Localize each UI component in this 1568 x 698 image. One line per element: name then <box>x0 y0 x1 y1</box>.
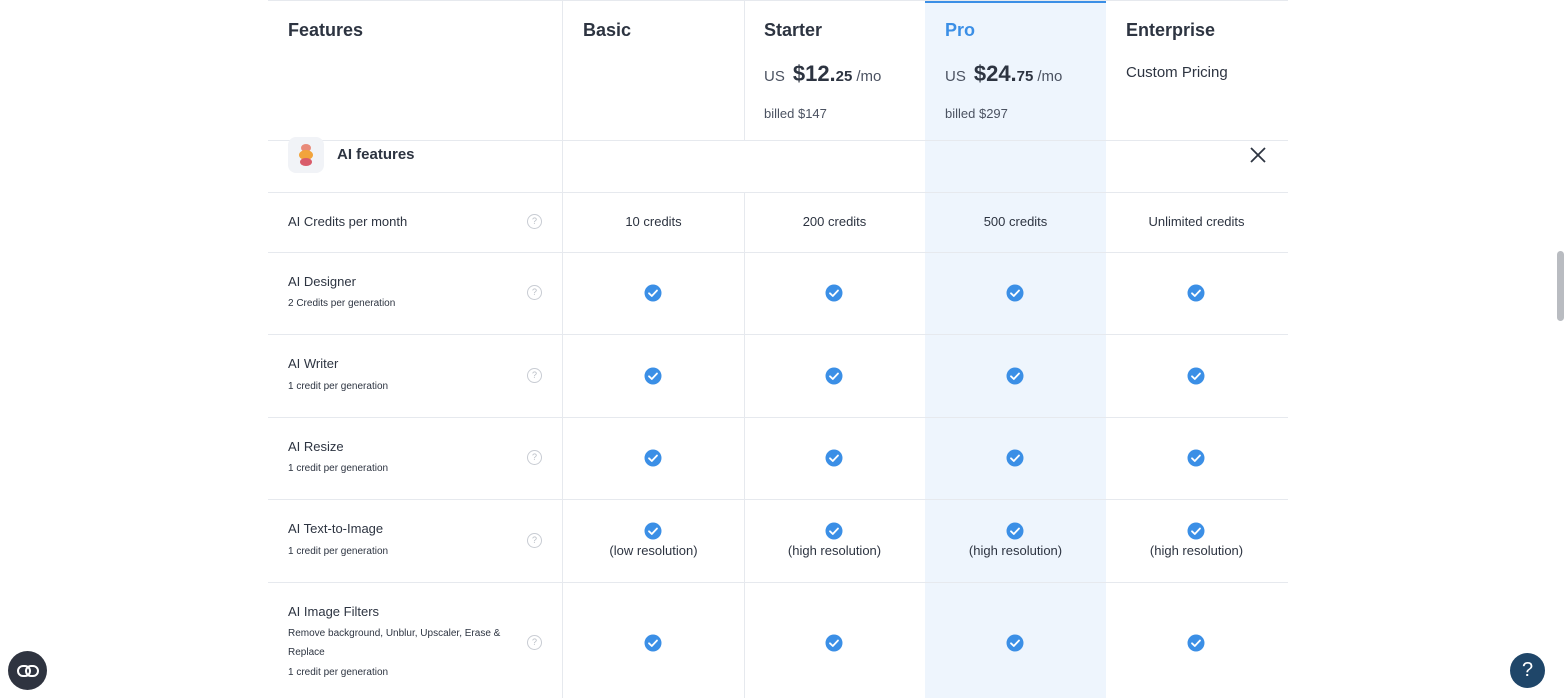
feature-subtext: 2 Credits per generation <box>288 298 396 309</box>
check-icon-basic <box>644 367 662 385</box>
price-cents: 75 <box>1016 68 1034 85</box>
help-icon[interactable]: ? <box>527 635 542 650</box>
check-icon-pro <box>1006 367 1024 385</box>
row-divider <box>268 334 1288 335</box>
check-icon-basic <box>644 449 662 467</box>
pro-resolution-note: (high resolution) <box>968 543 1063 558</box>
feature-name: AI Image Filters <box>288 604 380 619</box>
help-icon[interactable]: ? <box>527 533 542 548</box>
starter-resolution-note: (high resolution) <box>787 543 882 558</box>
row-divider <box>268 140 1288 141</box>
row-divider <box>268 192 1288 193</box>
feature-subtext: Remove background, Unblur, Upscaler, Era… <box>288 628 501 658</box>
starter-credits: 200 credits <box>802 214 867 229</box>
check-icon-starter <box>825 449 843 467</box>
billed-starter: billed $147 <box>764 106 827 121</box>
price-currency: US <box>764 68 785 85</box>
ai-features-icon <box>288 137 324 173</box>
plan-name-enterprise: Enterprise <box>1126 20 1216 40</box>
custom-pricing-enterprise: Custom Pricing <box>1126 64 1228 81</box>
column-divider <box>562 0 563 698</box>
help-button[interactable]: ? <box>1510 653 1545 688</box>
check-icon-starter <box>825 284 843 302</box>
column-divider <box>744 0 745 140</box>
basic-credits: 10 credits <box>625 214 682 229</box>
billed-pro: billed $297 <box>945 106 1008 121</box>
column-divider <box>744 192 745 698</box>
check-icon-enterprise <box>1187 634 1205 652</box>
section-title: AI features <box>337 146 415 163</box>
feature-subtext: 1 credit per generation <box>288 463 389 474</box>
feature-name: AI Text-to-Image <box>288 521 384 536</box>
feature-name: AI Resize <box>288 439 344 454</box>
close-icon[interactable] <box>1246 143 1270 167</box>
basic-resolution-note: (low resolution) <box>609 543 698 558</box>
pro-column-highlight <box>925 0 1106 698</box>
price-pro: US $24. 75 /mo <box>945 61 1062 87</box>
check-icon-basic <box>644 634 662 652</box>
plan-name-basic: Basic <box>583 20 632 40</box>
row-divider <box>268 582 1288 583</box>
enterprise-credits: Unlimited credits <box>1148 214 1245 229</box>
check-icon-pro <box>1006 284 1024 302</box>
feature-name: AI Writer <box>288 356 339 371</box>
check-icon-starter <box>825 367 843 385</box>
pro-credits: 500 credits <box>983 214 1048 229</box>
feature-subtext: 1 credit per generation <box>288 667 389 678</box>
pricing-comparison-table: Features Basic Starter US $12. 25 /mo bi… <box>268 0 1288 698</box>
link-icon <box>16 664 39 677</box>
row-divider <box>268 252 1288 253</box>
price-period: /mo <box>1037 68 1063 85</box>
price-starter: US $12. 25 /mo <box>764 61 881 87</box>
check-icon-basic <box>644 284 662 302</box>
plan-name-starter: Starter <box>764 20 823 40</box>
price-amount: $12. <box>792 61 836 86</box>
check-icon-pro <box>1006 634 1024 652</box>
check-icon-basic <box>644 522 662 540</box>
price-cents: 25 <box>835 68 853 85</box>
feature-name: AI Credits per month <box>288 214 408 229</box>
plan-name-pro: Pro <box>945 20 976 40</box>
check-icon-enterprise <box>1187 284 1205 302</box>
help-icon[interactable]: ? <box>527 368 542 383</box>
feature-subtext: 1 credit per generation <box>288 546 389 557</box>
row-divider <box>268 417 1288 418</box>
help-icon[interactable]: ? <box>527 450 542 465</box>
row-divider <box>268 499 1288 500</box>
price-period: /mo <box>856 68 882 85</box>
check-icon-enterprise <box>1187 522 1205 540</box>
feature-name: AI Designer <box>288 274 356 289</box>
check-icon-starter <box>825 634 843 652</box>
scrollbar-thumb[interactable] <box>1557 251 1564 321</box>
check-icon-pro <box>1006 522 1024 540</box>
row-divider <box>268 0 1288 1</box>
enterprise-resolution-note: (high resolution) <box>1149 543 1244 558</box>
check-icon-starter <box>825 522 843 540</box>
check-icon-enterprise <box>1187 449 1205 467</box>
check-icon-enterprise <box>1187 367 1205 385</box>
help-icon[interactable]: ? <box>527 285 542 300</box>
check-icon-pro <box>1006 449 1024 467</box>
price-currency: US <box>945 68 966 85</box>
help-icon[interactable]: ? <box>527 214 542 229</box>
feature-subtext: 1 credit per generation <box>288 381 389 392</box>
price-amount: $24. <box>973 61 1017 86</box>
accessibility-button[interactable] <box>8 651 47 690</box>
features-column-header: Features <box>288 20 364 40</box>
